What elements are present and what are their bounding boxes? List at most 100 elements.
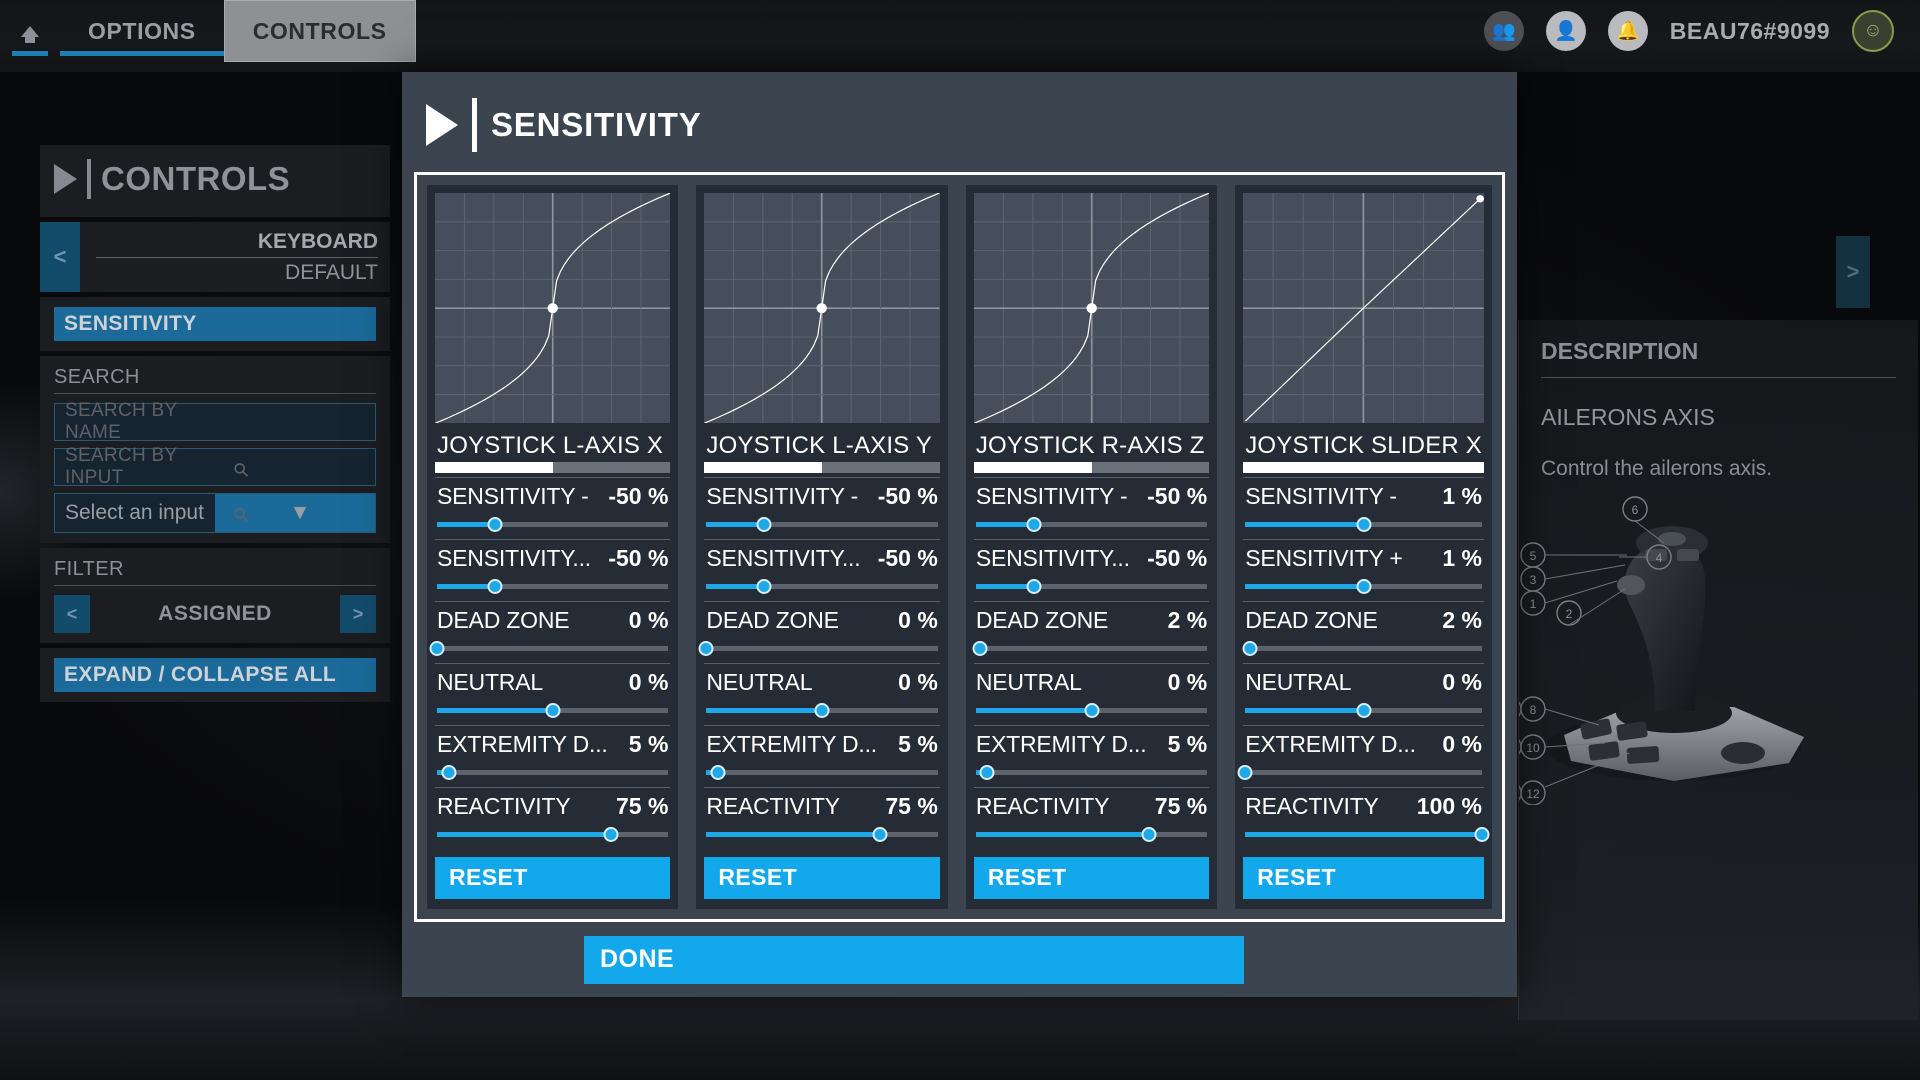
svg-text:4: 4 (1656, 551, 1663, 565)
axis-panel: JOYSTICK SLIDER X SENSITIVITY -1 % SENSITI… (1235, 185, 1493, 909)
parameter-slider[interactable] (1245, 826, 1490, 842)
profile-icon[interactable]: 👤 (1545, 11, 1586, 51)
slider-knob[interactable] (1026, 579, 1042, 594)
device-prev-button[interactable]: < (40, 222, 80, 292)
slider-knob[interactable] (429, 641, 445, 656)
slider-knob[interactable] (1356, 703, 1372, 718)
slider-knob[interactable] (487, 579, 503, 594)
search-block: SEARCH SEARCH BY NAME ⚲ SEARCH BY INPUT … (40, 356, 390, 543)
slider-knob[interactable] (710, 765, 726, 780)
parameter-slider[interactable] (1242, 640, 1483, 656)
parameter-slider[interactable] (975, 826, 1208, 842)
linear-response-curve (1243, 193, 1485, 424)
response-curve-graph[interactable] (704, 193, 940, 424)
slider-knob[interactable] (1026, 517, 1042, 532)
slider-knob[interactable] (872, 827, 888, 842)
slider-knob[interactable] (441, 765, 457, 780)
reset-button[interactable]: RESET (704, 857, 940, 899)
slider-knob[interactable] (603, 827, 619, 842)
parameter-slider[interactable] (437, 764, 669, 780)
parameter-value: 5 % (628, 731, 669, 757)
parameter-slider[interactable] (1245, 578, 1483, 594)
parameter-value: -50 % (608, 545, 669, 571)
parameter-slider[interactable] (1245, 702, 1483, 718)
svg-text:3: 3 (1530, 573, 1537, 587)
parameter-slider[interactable] (437, 826, 669, 842)
parameter-value: 5 % (1167, 731, 1208, 757)
reset-button[interactable]: RESET (435, 857, 671, 899)
parameter-slider[interactable] (437, 578, 669, 594)
parameter-slider[interactable] (975, 578, 1208, 594)
parameter-label: DEAD ZONE (437, 607, 570, 633)
search-by-name-placeholder: SEARCH BY NAME (65, 400, 178, 443)
friends-icon[interactable]: 👥 (1483, 11, 1524, 51)
sidebar-item-sensitivity[interactable]: SENSITIVITY (54, 307, 376, 341)
svg-text:5: 5 (1530, 549, 1537, 563)
response-curve-graph[interactable] (973, 193, 1210, 424)
parameter-slider[interactable] (437, 702, 669, 718)
slider-knob[interactable] (1356, 517, 1372, 532)
slider-knob[interactable] (1141, 827, 1157, 842)
tab-options-underline (60, 51, 224, 56)
filter-prev-button[interactable]: < (54, 595, 90, 633)
parameter-slider[interactable] (1245, 516, 1483, 532)
slider-knob[interactable] (1356, 579, 1372, 594)
parameter-slider[interactable] (429, 640, 669, 656)
select-input-dropdown[interactable]: Select an input ▼ (54, 493, 376, 533)
slider-knob[interactable] (979, 765, 995, 780)
parameter-slider[interactable] (706, 578, 938, 594)
slider-knob[interactable] (756, 517, 772, 532)
parameter-header: DEAD ZONE 2 % (976, 607, 1207, 634)
parameter-slider[interactable] (975, 764, 1208, 780)
parameter-slider[interactable] (706, 516, 938, 532)
slider-knob[interactable] (487, 517, 503, 532)
parameter-slider[interactable] (437, 516, 669, 532)
filter-next-button[interactable]: > (340, 595, 376, 633)
parameter-slider[interactable] (975, 516, 1208, 532)
tab-controls[interactable]: CONTROLS (223, 0, 416, 62)
done-button[interactable]: DONE (584, 936, 1244, 984)
parameter-slider[interactable] (706, 764, 938, 780)
slider-knob[interactable] (1474, 827, 1490, 842)
slider-knob[interactable] (1084, 703, 1100, 718)
parameter-slider[interactable] (698, 640, 938, 656)
slider-knob[interactable] (756, 579, 772, 594)
bell-icon[interactable]: 🔔 (1607, 11, 1648, 51)
parameter-slider[interactable] (706, 826, 938, 842)
slider-knob[interactable] (814, 703, 830, 718)
username-label: BEAU76#9099 (1669, 17, 1830, 44)
tab-controls-label: CONTROLS (252, 17, 387, 44)
response-curve-graph[interactable] (1243, 193, 1485, 424)
modal-title: SENSITIVITY (491, 106, 702, 143)
svg-text:10: 10 (1526, 741, 1540, 755)
description-binding-name: AILERONS AXIS (1541, 404, 1715, 430)
slider-knob[interactable] (545, 703, 561, 718)
parameter-slider[interactable] (1237, 764, 1483, 780)
parameter-row: EXTREMITY D... 5 % (435, 725, 671, 787)
slider-knob[interactable] (1242, 641, 1258, 656)
parameter-label: EXTREMITY D... (1245, 731, 1416, 757)
parameter-row: EXTREMITY D... 5 % (704, 725, 940, 787)
slider-knob[interactable] (1237, 765, 1253, 780)
axis-name-label: JOYSTICK L-AXIS Y (706, 432, 933, 460)
avatar[interactable]: ☺ (1852, 10, 1894, 52)
slider-knob[interactable] (698, 641, 714, 656)
tab-options[interactable]: OPTIONS (60, 0, 224, 62)
expand-collapse-all-button[interactable]: EXPAND / COLLAPSE ALL (54, 658, 376, 692)
topbar-right-cluster: 👥 👤 🔔 BEAU76#9099 ☺ (1483, 0, 1920, 62)
reset-button[interactable]: RESET (973, 857, 1210, 899)
parameter-header: EXTREMITY D... 5 % (437, 731, 668, 758)
parameter-value: 0 % (898, 669, 938, 695)
reset-button[interactable]: RESET (1243, 857, 1485, 899)
slider-fill (975, 708, 1092, 713)
slider-knob[interactable] (972, 641, 988, 656)
parameter-slider[interactable] (975, 702, 1208, 718)
description-next-button[interactable]: > (1836, 236, 1870, 308)
home-tab[interactable] (0, 0, 60, 62)
parameter-slider[interactable] (706, 702, 938, 718)
parameter-slider[interactable] (972, 640, 1208, 656)
parameter-header: REACTIVITY 75 % (976, 793, 1207, 820)
device-selector: < KEYBOARD DEFAULT (40, 222, 390, 292)
search-by-input-input[interactable]: SEARCH BY INPUT ⚲ (54, 445, 376, 527)
response-curve-graph[interactable] (435, 193, 671, 424)
